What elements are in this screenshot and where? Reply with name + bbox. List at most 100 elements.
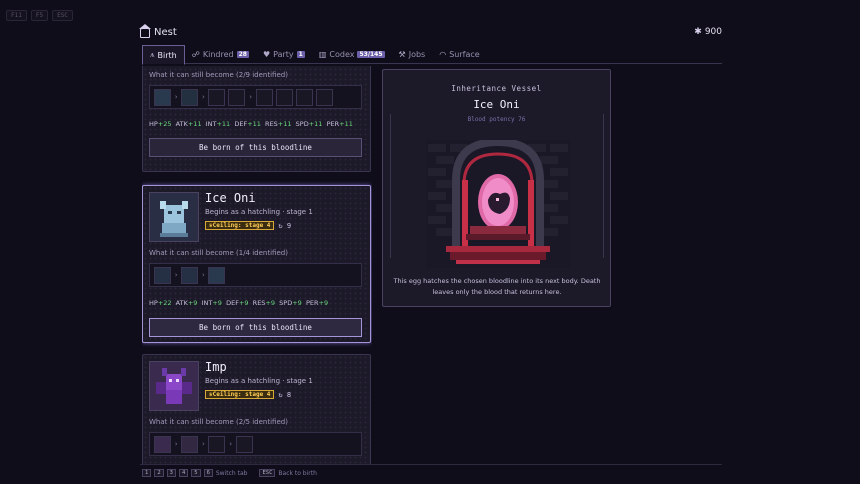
bloodline-list[interactable]: What it can still become (2/9 identified… [142,66,372,464]
key-2: 2 [154,469,164,477]
cycle-count: ↻ 9 [278,221,292,230]
evolution-silhouette-icon [228,88,246,106]
header: Nest ✱ 900 [139,23,722,41]
bloodline-card-ice-oni[interactable]: Ice Oni Begins as a hatchling · stage 1 … [142,185,371,343]
back-hint: Back to birth [278,469,317,477]
cycle-count: ↻ 8 [278,390,292,399]
chevron-right-icon: › [248,93,253,101]
vessel-description: This egg hatches the chosen bloodline in… [393,277,601,296]
chevron-right-icon: › [174,271,179,279]
tab-jobs-label: Jobs [408,50,426,59]
chevron-right-icon: › [201,271,206,279]
tab-kindred-badge: 28 [236,51,249,58]
evolution-label: What it can still become (2/9 identified… [149,71,288,79]
tab-codex-badge: 53/145 [357,51,385,58]
party-icon: ♥ [262,50,271,59]
page-title-label: Nest [154,27,177,38]
key-hint-f5: F5 [30,10,49,21]
evolution-silhouette-icon [315,88,333,106]
vessel-label: Inheritance Vessel [451,84,542,93]
evolution-strip: › › › [149,432,362,456]
be-born-button[interactable]: Be born of this bloodline [149,318,362,337]
evolution-strip: › › [149,263,362,287]
imp-portrait [149,361,199,411]
currency-amount: 900 [704,27,722,37]
key-hint-esc: ESC [52,10,73,21]
tab-birth[interactable]: ⩚ Birth [142,45,185,65]
codex-icon: ▥ [318,50,327,59]
ceiling-row: ♛Ceiling: stage 4 ↻ 9 [205,221,291,230]
key-5: 5 [191,469,201,477]
evolution-creature-icon [181,266,199,284]
surface-icon: ◠ [439,50,447,59]
tab-surface[interactable]: ◠ Surface [432,45,486,64]
page-title: Nest [139,23,177,38]
house-icon [139,23,151,38]
jobs-icon: ⚒ [398,50,406,59]
evolution-label: What it can still become (2/5 identified… [149,418,288,426]
bloodline-name: Ice Oni [205,191,256,205]
footer-hints: 1 2 3 4 5 6 Switch tab ESC Back to birth [142,469,317,477]
stat-bonuses: HP+25 ATK+11 INT+11 DEF+11 RES+11 SPD+11… [149,120,353,128]
tab-bar: ⩚ Birth ☍ Kindred 28 ♥ Party 1 ▥ Codex 5… [142,45,722,65]
evolution-creature-icon [181,435,199,453]
tab-party-label: Party [273,50,294,59]
tab-party[interactable]: ♥ Party 1 [256,45,312,64]
chevron-right-icon: › [201,93,206,101]
evolution-strip: › › › [149,85,362,109]
chevron-right-icon: › [228,440,233,448]
ceiling-row: ♛Ceiling: stage 4 ↻ 8 [205,390,291,399]
kindred-icon: ☍ [191,50,200,59]
evolution-silhouette-icon [208,435,226,453]
chevron-right-icon: › [174,93,179,101]
evolution-silhouette-icon [275,88,293,106]
inheritance-vessel-panel: Inheritance Vessel Ice Oni Blood potency… [382,69,611,307]
chevron-right-icon: › [201,440,206,448]
bloodline-subtitle: Begins as a hatchling · stage 1 [205,377,313,385]
tab-kindred[interactable]: ☍ Kindred 28 [185,45,256,64]
tab-party-badge: 1 [296,51,305,58]
evolution-silhouette-icon [295,88,313,106]
gear-icon: ✱ [694,27,702,37]
evolution-label: What it can still become (1/4 identified… [149,249,288,257]
evolution-creature-icon [154,88,171,106]
tab-codex-label: Codex [329,50,355,59]
chevron-right-icon: › [174,440,179,448]
top-key-hints: F11 F5 ESC [6,10,73,21]
tab-birth-label: Birth [157,50,177,60]
evolution-silhouette-icon [255,88,273,106]
key-hint-f11: F11 [6,10,27,21]
bloodline-subtitle: Begins as a hatchling · stage 1 [205,208,313,216]
tab-surface-label: Surface [449,50,480,59]
evolution-silhouette-icon [235,435,253,453]
ice-oni-portrait [149,192,199,242]
stat-bonuses: HP+22 ATK+9 INT+9 DEF+9 RES+9 SPD+9 PER+… [149,299,329,307]
birth-icon: ⩚ [150,50,155,59]
ice-oni-sprite [160,201,188,237]
key-4: 4 [178,469,189,477]
evolution-creature-icon [181,88,199,106]
bloodline-card[interactable]: What it can still become (2/9 identified… [142,66,371,172]
tab-kindred-label: Kindred [202,50,234,59]
tab-jobs[interactable]: ⚒ Jobs [392,45,433,64]
bloodline-card-imp[interactable]: Imp Begins as a hatchling · stage 1 ♛Cei… [142,354,371,464]
egg-vessel-icon [426,140,570,268]
tab-codex[interactable]: ▥ Codex 53/145 [312,45,392,64]
footer-divider [140,464,722,465]
imp-sprite [156,368,192,404]
be-born-button[interactable]: Be born of this bloodline [149,138,362,157]
key-1: 1 [142,469,152,477]
currency-display: ✱ 900 [694,27,722,37]
bloodline-name: Imp [205,360,227,374]
evolution-silhouette-icon [208,88,226,106]
ceiling-badge: ♛Ceiling: stage 4 [205,221,275,230]
evolution-creature-icon [154,266,171,284]
evolution-creature-icon [208,266,226,284]
ceiling-badge: ♛Ceiling: stage 4 [205,390,275,399]
key-3: 3 [166,469,176,477]
key-6: 6 [203,469,213,477]
switch-tab-hint: Switch tab [215,469,248,477]
key-esc: ESC [259,469,276,477]
vessel-bloodline-name: Ice Oni [473,98,520,111]
evolution-creature-icon [154,435,171,453]
